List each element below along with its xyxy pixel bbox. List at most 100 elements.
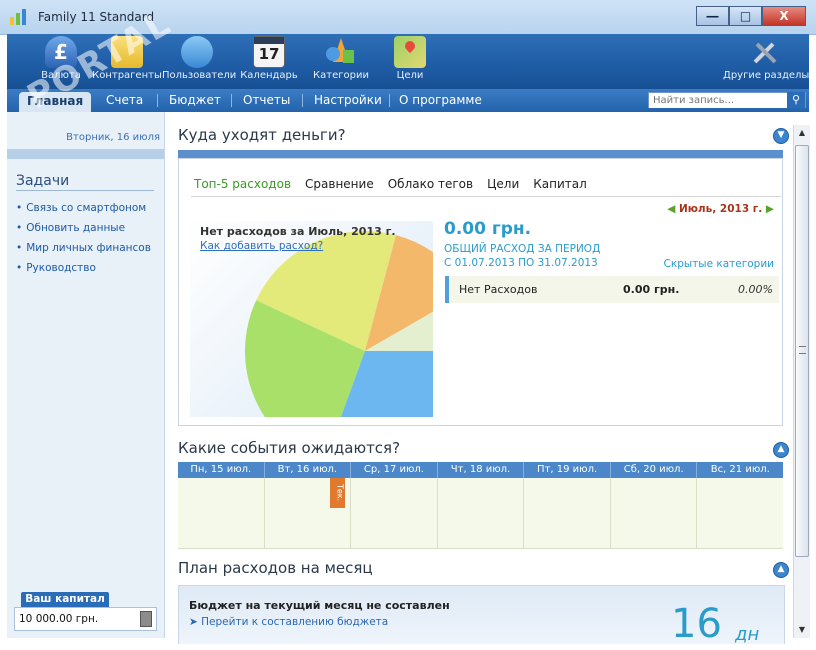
calendar-day: Пн, 15 июл. [178,462,265,478]
scroll-up-icon[interactable]: ▲ [794,125,810,141]
toolbar-categories[interactable]: Категории [309,34,373,89]
add-expense-link[interactable]: Как добавить расход? [200,240,323,252]
hidden-categories-link[interactable]: Скрытые категории [664,258,774,270]
nav-separator [302,94,303,107]
nav-separator [231,94,232,107]
arrow-circle-icon: ➤ [189,616,198,628]
month-selector: ◀ Июль, 2013 г. ▶ [667,203,774,215]
calendar-cell[interactable] [524,478,611,548]
tools-icon [749,36,781,68]
calendar-body: Тек. [178,478,783,549]
toolbar-calendar[interactable]: 17 Календарь [239,34,299,89]
toolbar-other-sections[interactable]: Другие разделы [723,34,810,89]
task-link-smartphone[interactable]: • Связь со смартфоном [16,202,151,222]
left-sidebar: Вторник, 16 июля Задачи • Связь со смартф… [7,112,165,638]
task-link-label: Обновить данные [26,222,126,234]
task-link-finance-world[interactable]: • Мир личных финансов [16,242,151,262]
bullet-icon: • [16,262,23,274]
minimize-button[interactable]: ― [696,6,729,26]
nav-accounts[interactable]: Счета [98,89,151,112]
expand-icon[interactable]: ▲ [773,442,789,458]
calendar-cell[interactable]: Тек. [265,478,352,548]
current-date: Вторник, 16 июля [66,132,160,143]
close-button[interactable]: X [762,6,806,26]
nav-separator [389,94,390,107]
nav-settings[interactable]: Настройки [306,89,390,112]
total-label: ОБЩИЙ РАСХОД ЗА ПЕРИОД [444,243,601,255]
calendar-day: Чт, 18 июл. [438,462,525,478]
task-link-update[interactable]: • Обновить данные [16,222,151,242]
tabs-divider [191,196,781,197]
tab-tag-cloud[interactable]: Облако тегов [388,177,473,191]
days-left-number: 16 [671,601,722,647]
tasks-divider [16,190,154,191]
toolbar-label: Другие разделы [723,70,810,81]
toolbar-label: Календарь [240,70,298,81]
expand-icon[interactable]: ▲ [773,562,789,578]
task-link-label: Мир личных финансов [26,242,151,254]
categories-icon [325,36,357,68]
nav-budget[interactable]: Бюджет [161,89,229,112]
capital-value: 10 000.00 грн. [19,613,99,625]
tab-goals[interactable]: Цели [487,177,519,191]
expense-row-percent: 0.00% [738,283,773,296]
calendar-cell[interactable] [697,478,783,548]
search-icon[interactable]: ⚲ [787,92,805,108]
collapse-icon[interactable]: ▼ [773,128,789,144]
capital-label: Ваш капитал [21,592,109,607]
create-budget-link[interactable]: ➤ Перейти к составлению бюджета [189,616,388,628]
search-input[interactable] [649,93,791,108]
app-window: Family 11 Standard ― □ X £ Валюта Контра… [0,0,816,650]
scroll-down-icon[interactable]: ▼ [794,622,810,638]
goals-icon [394,36,426,68]
bullet-icon: • [16,202,23,214]
expenses-panel: Топ-5 расходов Сравнение Облако тегов Це… [178,158,783,426]
calendar-day: Ср, 17 июл. [351,462,438,478]
task-link-manual[interactable]: • Руководство [16,262,151,282]
grip-icon [799,346,806,354]
create-budget-label: Перейти к составлению бюджета [201,616,389,628]
calendar-cell[interactable] [351,478,438,548]
date-divider [7,149,164,159]
nav-about[interactable]: О программе [391,89,490,112]
days-left-unit: дн [735,624,760,645]
total-amount: 0.00 грн. [444,219,532,239]
expenses-panel-bar [178,150,783,158]
maximize-button[interactable]: □ [729,6,762,26]
calendar-cell[interactable] [611,478,698,548]
toolbar-label: Категории [313,70,369,81]
search-box: ⚲ [648,92,806,108]
pie-chart-area: Нет расходов за Июль, 2013 г. Как добави… [190,221,433,417]
toolbar-label: Пользователи [162,70,237,81]
calendar-day: Сб, 20 июл. [611,462,698,478]
calendar-day: Вс, 21 июл. [710,464,770,475]
capital-box[interactable]: 10 000.00 грн. [14,607,157,631]
tab-comparison[interactable]: Сравнение [305,177,374,191]
toolbar-users[interactable]: Пользователи [162,34,237,89]
calendar-header: Пн, 15 июл. Вт, 16 июл. Ср, 17 июл. Чт, … [178,462,783,478]
nav-reports[interactable]: Отчеты [235,89,298,112]
expenses-tabs: Топ-5 расходов Сравнение Облако тегов Це… [194,177,587,191]
next-month-icon[interactable]: ▶ [766,203,774,215]
calendar-cell[interactable] [178,478,265,548]
month-label: Июль, 2013 г. [678,203,763,215]
period-label: С 01.07.2013 ПО 31.07.2013 [444,257,598,269]
tab-capital[interactable]: Капитал [533,177,587,191]
expense-row[interactable]: Нет Расходов 0.00 грн. 0.00% [445,276,779,303]
app-logo-icon [10,9,26,25]
calendar-day: Вт, 16 июл. [265,462,352,478]
calculator-icon[interactable] [140,611,152,627]
events-section-title: Какие события ожидаются? [178,439,401,457]
scroll-thumb[interactable] [795,145,809,557]
tab-top5[interactable]: Топ-5 расходов [194,177,291,191]
calendar-day: Пт, 19 июл. [524,462,611,478]
nav-bar: Главная Счета Бюджет Отчеты Настройки О … [7,89,809,112]
toolbar-label: Цели [396,70,424,81]
task-link-label: Руководство [26,262,96,274]
prev-month-icon[interactable]: ◀ [667,203,675,215]
toolbar-goals[interactable]: Цели [382,34,438,89]
expense-row-name: Нет Расходов [459,283,538,296]
expenses-section-title: Куда уходят деньги? [178,126,346,144]
calendar-cell[interactable] [438,478,525,548]
vertical-scrollbar[interactable]: ▲ ▼ [793,125,810,638]
